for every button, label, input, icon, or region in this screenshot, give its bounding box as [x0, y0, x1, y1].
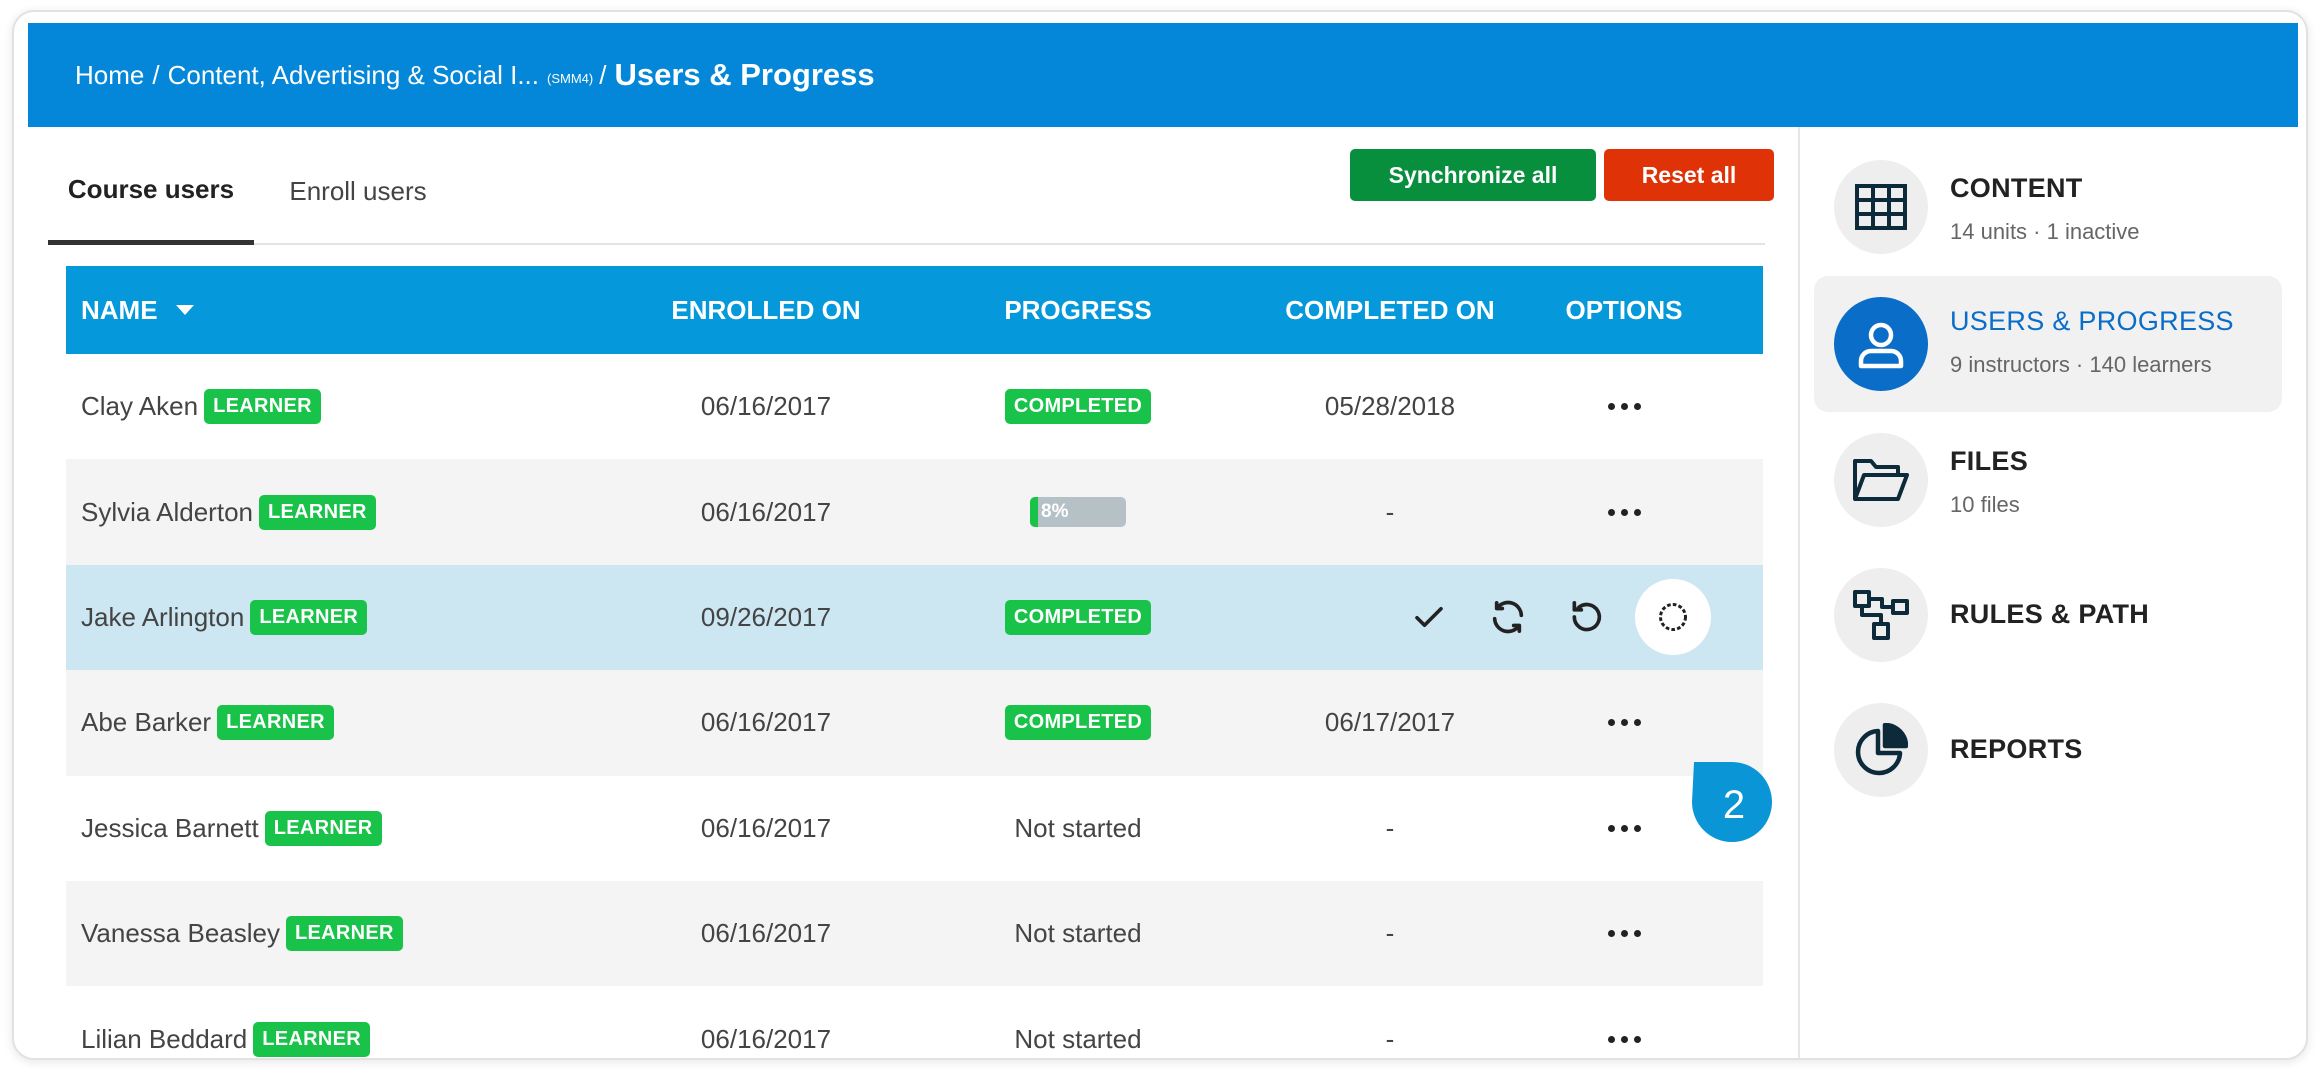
completed-date: 06/17/2017 — [1324, 707, 1456, 738]
learner-badge: LEARNER — [204, 389, 321, 425]
learner-badge: LEARNER — [250, 599, 368, 635]
user-name[interactable]: Jake Arlington — [81, 602, 244, 633]
enrolled-date: 06/16/2017 — [700, 496, 832, 527]
tab-bar: Course users Enroll users Synchronize al… — [48, 127, 1774, 247]
completed-date: - — [1385, 812, 1395, 843]
sidebar-item-users-progress[interactable]: USERS & PROGRESS 9 instructors · 140 lea… — [1814, 276, 2282, 412]
main-panel: Course users Enroll users Synchronize al… — [28, 127, 1798, 1058]
course-sidebar: CONTENT 14 units · 1 inactive USERS & PR… — [1798, 127, 2298, 1058]
table-row[interactable]: Jessica Barnett LEARNER 06/16/2017 Not s… — [66, 776, 1763, 881]
tab-enroll-users[interactable]: Enroll users — [278, 176, 438, 247]
more-options-icon[interactable] — [1600, 922, 1649, 945]
enrolled-date: 06/16/2017 — [700, 918, 832, 949]
enrolled-date: 06/16/2017 — [700, 812, 832, 843]
sidebar-item-subtitle: 14 units · 1 inactive — [1950, 219, 2140, 244]
user-name[interactable]: Abe Barker — [81, 707, 211, 738]
user-name[interactable]: Clay Aken — [81, 391, 198, 422]
sidebar-item-title: CONTENT — [1950, 173, 2083, 203]
step-callout: 2 — [1689, 760, 1773, 844]
progress-completed-badge: COMPLETED — [1004, 705, 1152, 741]
progress-status: Not started — [1014, 918, 1142, 949]
user-name[interactable]: Vanessa Beasley — [81, 918, 280, 949]
completed-date: - — [1385, 496, 1395, 527]
step-callout-number: 2 — [1723, 783, 1745, 827]
tab-course-users[interactable]: Course users — [48, 174, 254, 245]
breadcrumb-separator: / — [152, 59, 160, 90]
folder-icon — [1834, 433, 1928, 527]
breadcrumb-separator: / — [599, 59, 607, 90]
sidebar-item-rules-path[interactable]: RULES & PATH — [1814, 547, 2282, 683]
progress-percent: 8% — [1041, 501, 1069, 523]
sort-caret-icon[interactable] — [175, 305, 194, 315]
table-row-selected[interactable]: Jake Arlington LEARNER 09/26/2017 COMPLE… — [66, 564, 1763, 671]
enrolled-date: 06/16/2017 — [700, 1023, 832, 1054]
sidebar-item-files[interactable]: FILES 10 files — [1814, 412, 2282, 548]
flow-icon — [1834, 568, 1928, 662]
learner-badge: LEARNER — [217, 705, 334, 741]
table-row[interactable]: Lilian Beddard LEARNER 06/16/2017 Not st… — [66, 986, 1763, 1058]
more-options-icon[interactable] — [1600, 395, 1649, 418]
breadcrumb-course[interactable]: Content, Advertising & Social I... — [168, 60, 539, 91]
pie-chart-icon — [1834, 703, 1928, 797]
table-row[interactable]: Vanessa Beasley LEARNER 06/16/2017 Not s… — [66, 880, 1763, 987]
enrolled-date: 06/16/2017 — [700, 391, 832, 422]
more-options-icon[interactable] — [1600, 817, 1649, 840]
column-progress-header: PROGRESS — [1004, 294, 1152, 325]
more-options-icon[interactable] — [1600, 711, 1649, 734]
progress-bar-fill — [1030, 497, 1038, 528]
reset-all-button[interactable]: Reset all — [1604, 149, 1774, 201]
sidebar-item-title: USERS & PROGRESS — [1950, 306, 2234, 336]
completed-date: - — [1385, 918, 1395, 949]
progress-bar: 8% — [1030, 497, 1126, 528]
breadcrumb-home[interactable]: Home — [75, 60, 144, 91]
completed-date: 05/28/2018 — [1324, 391, 1456, 422]
breadcrumb-course-code: (SMM4) — [547, 70, 594, 86]
progress-completed-badge: COMPLETED — [1004, 599, 1152, 635]
sidebar-item-title: REPORTS — [1950, 734, 2083, 764]
learner-badge: LEARNER — [258, 494, 376, 530]
settings-gear-icon[interactable] — [1635, 579, 1711, 656]
app-window: Home / Content, Advertising & Social I..… — [28, 23, 2298, 1058]
column-completed-header: COMPLETED ON — [1285, 294, 1495, 325]
progress-status: Not started — [1014, 1023, 1142, 1054]
learner-badge: LEARNER — [264, 810, 382, 846]
enrolled-date: 09/26/2017 — [700, 601, 832, 632]
breadcrumb: Home / Content, Advertising & Social I..… — [28, 23, 2298, 127]
column-name-header[interactable]: NAME — [81, 266, 194, 354]
table-row[interactable]: Clay Aken LEARNER 06/16/2017 COMPLETED 0… — [66, 354, 1763, 459]
column-enrolled-header: ENROLLED ON — [671, 294, 861, 325]
learner-badge: LEARNER — [253, 1021, 371, 1057]
sidebar-item-subtitle: 10 files — [1950, 492, 2020, 517]
table-row[interactable]: Abe Barker LEARNER 06/16/2017 COMPLETED … — [66, 670, 1763, 776]
user-name[interactable]: Lilian Beddard — [81, 1024, 247, 1055]
sidebar-item-subtitle: 9 instructors · 140 learners — [1950, 352, 2212, 377]
user-name[interactable]: Jessica Barnett — [81, 813, 259, 844]
user-name[interactable]: Sylvia Alderton — [81, 497, 253, 528]
completed-date: - — [1385, 1023, 1395, 1054]
table-row[interactable]: Sylvia Alderton LEARNER 06/16/2017 8% - — [66, 459, 1763, 565]
progress-completed-badge: COMPLETED — [1004, 389, 1152, 425]
table-header: NAME ENROLLED ON PROGRESS COMPLETED ON O… — [66, 266, 1763, 354]
more-options-icon[interactable] — [1600, 1028, 1649, 1051]
more-options-icon[interactable] — [1600, 501, 1649, 524]
progress-status: Not started — [1014, 812, 1142, 843]
sidebar-item-reports[interactable]: REPORTS — [1814, 682, 2282, 818]
page-title: Users & Progress — [614, 57, 875, 92]
sidebar-item-title: RULES & PATH — [1950, 599, 2150, 629]
synchronize-all-button[interactable]: Synchronize all — [1350, 149, 1596, 201]
column-options-header: OPTIONS — [1565, 294, 1683, 325]
sidebar-item-content[interactable]: CONTENT 14 units · 1 inactive — [1814, 139, 2282, 275]
sync-icon[interactable] — [1486, 595, 1530, 639]
user-icon — [1834, 297, 1928, 391]
enrolled-date: 06/16/2017 — [700, 707, 832, 738]
grid-icon — [1834, 160, 1928, 254]
reset-icon[interactable] — [1564, 595, 1608, 639]
app-frame: Home / Content, Advertising & Social I..… — [12, 10, 2308, 1060]
sidebar-item-title: FILES — [1950, 446, 2029, 476]
users-table: NAME ENROLLED ON PROGRESS COMPLETED ON O… — [66, 266, 1763, 1058]
learner-badge: LEARNER — [285, 916, 403, 952]
check-icon[interactable] — [1407, 595, 1451, 639]
